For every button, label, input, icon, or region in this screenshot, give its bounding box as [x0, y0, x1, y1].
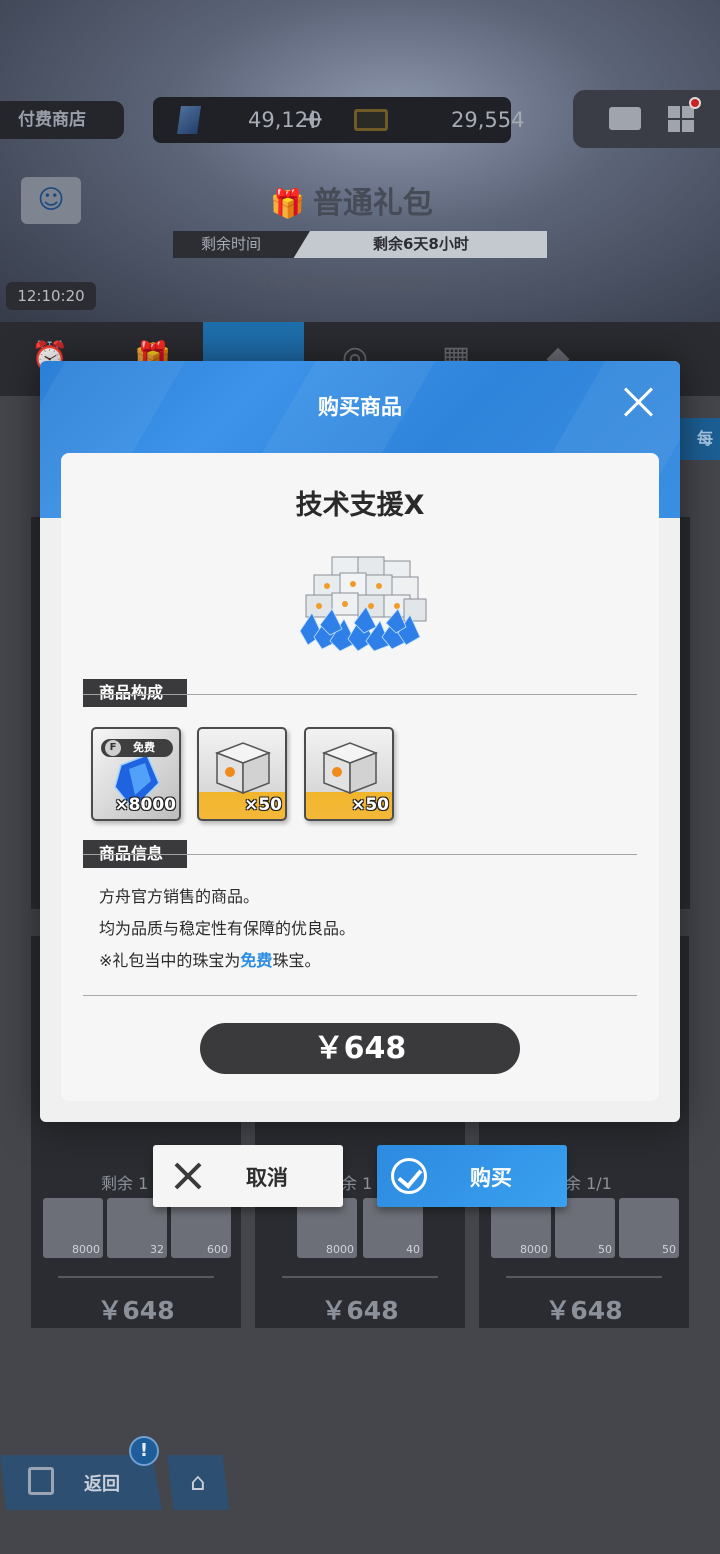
dialog-body: 技术支援X 商品构成 F 免费 ×8000 ×50 ×50 商品信息 方舟官方销… — [61, 453, 659, 1101]
divider — [83, 694, 637, 695]
free-label: 免费 — [133, 741, 155, 754]
info-text: ※礼包当中的珠宝为免费珠宝。 — [99, 947, 320, 971]
card-price: ￥648 — [97, 1296, 175, 1325]
item-quantity: ×50 — [244, 795, 282, 815]
divider — [83, 995, 637, 996]
side-tab[interactable]: 每 — [680, 418, 720, 460]
exit-icon — [28, 1467, 54, 1495]
divider — [506, 1276, 662, 1278]
divider — [58, 1276, 214, 1278]
remaining-time-value: 剩余6天8小时 — [373, 235, 469, 253]
divider — [282, 1276, 438, 1278]
ticket-count: 29,554 — [451, 108, 525, 132]
product-image — [299, 556, 427, 652]
card-price: ￥648 — [545, 1296, 623, 1325]
info-text: 方舟官方销售的商品。 — [99, 887, 260, 906]
close-icon[interactable] — [620, 383, 658, 421]
remaining-time-bar: 剩余时间 剩余6天8小时 — [173, 231, 547, 258]
mail-icon[interactable] — [609, 107, 641, 130]
free-icon: F — [105, 740, 121, 756]
card-item: 32 — [107, 1198, 167, 1258]
shop-description: 不同时间刷新各种商品的店。 — [257, 275, 453, 293]
purchase-dialog: 购买商品 技术支援X 商品构成 F 免费 ×8000 ×50 ×50 商品信息 … — [40, 361, 680, 1122]
card-item: 600 — [171, 1198, 231, 1258]
info-text-suffix: 珠宝。 — [272, 951, 321, 970]
composition-label: 商品构成 — [83, 679, 187, 707]
item-tile-supply-box[interactable]: ×50 — [304, 727, 394, 821]
free-highlight: 免费 — [240, 951, 273, 970]
gift-icon: 🎁 — [270, 187, 305, 220]
cancel-label: 取消 — [246, 1166, 288, 1190]
card-item: 8000 — [43, 1198, 103, 1258]
item-tile-supply-box[interactable]: ×50 — [197, 727, 287, 821]
card-item: 50 — [555, 1198, 615, 1258]
gem-icon — [177, 106, 201, 134]
home-icon: ⌂ — [190, 1468, 206, 1496]
divider — [83, 854, 637, 855]
price-display: ￥648 — [200, 1023, 520, 1074]
product-name: 技术支援X — [295, 490, 425, 521]
buy-button[interactable]: 购买 — [377, 1145, 567, 1207]
item-quantity: ×8000 — [114, 795, 176, 815]
card-item: 8000 — [297, 1198, 357, 1258]
card-price: ￥648 — [321, 1296, 399, 1325]
cancel-button[interactable]: 取消 — [153, 1145, 343, 1207]
card-item: 8000 — [491, 1198, 551, 1258]
top-right-menu — [573, 90, 720, 148]
ticket-icon — [354, 109, 388, 131]
support-icon[interactable]: ☺ — [21, 177, 81, 224]
free-badge: F 免费 — [101, 739, 173, 757]
card-item: 50 — [619, 1198, 679, 1258]
card-item: 40 — [363, 1198, 423, 1258]
currency-bar: 49,120 + 29,554 — [153, 97, 524, 143]
info-text: 均为品质与稳定性有保障的优良品。 — [99, 919, 356, 938]
item-tile-gems[interactable]: F 免费 ×8000 — [91, 727, 181, 821]
supply-box-icon — [214, 742, 272, 795]
notification-dot — [689, 97, 701, 109]
info-text-prefix: ※礼包当中的珠宝为 — [99, 951, 241, 970]
shop-title-text: 普通礼包 — [312, 186, 433, 221]
home-button[interactable]: ⌂ — [167, 1455, 229, 1510]
card-remaining: 剩余 1 — [101, 1174, 149, 1193]
alert-badge: ! — [129, 1436, 159, 1466]
check-icon — [391, 1158, 427, 1194]
item-quantity: ×50 — [351, 795, 389, 815]
supply-box-icon — [321, 742, 379, 795]
menu-grid-icon[interactable] — [668, 106, 694, 132]
back-label: 返回 — [84, 1474, 120, 1495]
add-gem-button[interactable]: + — [301, 102, 324, 135]
shop-name-label: 付费商店 — [0, 101, 124, 139]
shop-title: 🎁 普通礼包 — [270, 178, 470, 221]
buy-label: 购买 — [470, 1166, 512, 1190]
remaining-time-label: 剩余时间 — [173, 231, 310, 258]
dialog-title: 购买商品 — [318, 395, 402, 419]
close-icon — [173, 1161, 203, 1191]
